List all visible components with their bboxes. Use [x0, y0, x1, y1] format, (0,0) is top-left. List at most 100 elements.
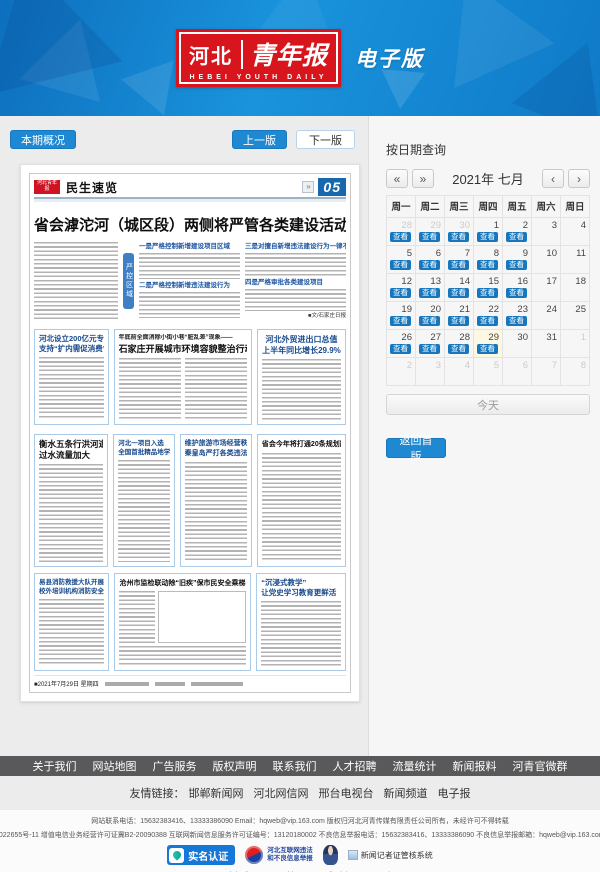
article-title: 支持“扩内需促消费” — [39, 344, 104, 354]
calendar-day-cell: 27查看 — [416, 330, 445, 358]
calendar-view-button[interactable]: 查看 — [390, 288, 411, 298]
article-title: 河北设立200亿元专项债券 — [39, 334, 104, 344]
friend-links-label: 友情链接： — [130, 785, 185, 801]
calendar-day-cell: 12查看 — [387, 274, 416, 302]
calendar-title: 2021年 七月 — [438, 169, 538, 188]
calendar-view-button[interactable]: 查看 — [448, 288, 469, 298]
calendar-view-button[interactable]: 查看 — [477, 260, 498, 270]
friend-link[interactable]: 邢台电视台 — [319, 785, 374, 801]
calendar-view-button[interactable]: 查看 — [506, 316, 527, 326]
newspaper-page-image[interactable]: 河北青年报 民生速览 » 05 省会滹沱河（城区段）两侧将严管各类建设活动 严控… — [20, 164, 360, 702]
calendar-day-cell: 9查看 — [503, 246, 532, 274]
calendar-weekday: 周四 — [474, 196, 503, 218]
calendar-view-button[interactable]: 查看 — [506, 260, 527, 270]
calendar-day-number: 4 — [563, 220, 586, 231]
calendar-day-cell: 3 — [532, 218, 561, 246]
calendar-day-number: 21 — [447, 304, 470, 315]
calendar-day-cell: 21查看 — [445, 302, 474, 330]
calendar-view-button[interactable]: 查看 — [390, 260, 411, 270]
footer-nav-link[interactable]: 河青官微群 — [513, 758, 568, 774]
calendar-week-row: 28查看29查看30查看1查看2查看34 — [387, 218, 590, 246]
footer-nav-link[interactable]: 广告服务 — [153, 758, 197, 774]
prev-page-button[interactable]: 上一版 — [232, 130, 287, 149]
simulated-text — [139, 253, 240, 279]
footer-nav-link[interactable]: 新闻报料 — [453, 758, 497, 774]
calendar-view-button[interactable]: 查看 — [448, 344, 469, 354]
calendar-view-button[interactable]: 查看 — [448, 316, 469, 326]
calendar-day-cell: 10 — [532, 246, 561, 274]
simulated-text — [261, 601, 341, 666]
calendar-weekday-row: 周一周二周三周四周五周六周日 — [387, 196, 590, 218]
calendar-day-cell: 11 — [561, 246, 590, 274]
calendar-view-button[interactable]: 查看 — [506, 288, 527, 298]
date-search-label: 按日期查询 — [386, 141, 590, 158]
calendar-view-button[interactable]: 查看 — [419, 316, 440, 326]
overview-button[interactable]: 本期概况 — [10, 130, 76, 149]
calendar-day-number: 5 — [389, 248, 412, 259]
calendar-view-button[interactable]: 查看 — [477, 232, 498, 242]
calendar-view-button[interactable]: 查看 — [390, 232, 411, 242]
calendar-day-number: 7 — [534, 360, 557, 371]
friend-link[interactable]: 河北网信网 — [254, 785, 309, 801]
article-title: 秦皇岛严打各类违法行为 — [185, 449, 247, 459]
footer-nav-link[interactable]: 流量统计 — [393, 758, 437, 774]
police-mascot-icon[interactable] — [323, 845, 338, 865]
calendar-day-cell: 25 — [561, 302, 590, 330]
calendar-view-button[interactable]: 查看 — [506, 232, 527, 242]
footer-nav-link[interactable]: 联系我们 — [273, 758, 317, 774]
prev-year-button[interactable]: « — [386, 169, 408, 188]
logo-text-english: HEBEI YOUTH DAILY — [189, 74, 327, 81]
calendar-day-number: 30 — [447, 220, 470, 231]
newspaper-date: ■2021年7月29日 星期四 — [34, 679, 99, 688]
calendar-view-button[interactable]: 查看 — [390, 316, 411, 326]
sidebar: 按日期查询 « » 2021年 七月 ‹ › 周一周二周三周四周五周六周日 28… — [368, 116, 600, 756]
page-number-badge: 05 — [318, 178, 346, 196]
next-page-button[interactable]: 下一版 — [296, 130, 355, 149]
footer-nav-link[interactable]: 人才招聘 — [333, 758, 377, 774]
press-card-verify-badge[interactable]: 新闻记者证管核系统 — [348, 850, 433, 861]
footer-nav-link[interactable]: 版权声明 — [213, 758, 257, 774]
realname-certification-badge[interactable]: 实名认证 — [167, 845, 235, 865]
today-button[interactable]: 今天 — [386, 394, 590, 415]
calendar-view-button[interactable]: 查看 — [477, 344, 498, 354]
friend-link[interactable]: 新闻频道 — [384, 785, 428, 801]
calendar-day-cell: 13查看 — [416, 274, 445, 302]
simulated-text — [185, 462, 247, 562]
calendar-view-button[interactable]: 查看 — [419, 232, 440, 242]
simulated-text — [118, 460, 169, 562]
simulated-text — [245, 289, 346, 312]
footer-nav-link[interactable]: 网站地图 — [93, 758, 137, 774]
simulated-text — [262, 359, 341, 420]
next-month-button[interactable]: › — [568, 169, 590, 188]
prev-month-button[interactable]: ‹ — [542, 169, 564, 188]
calendar-view-button[interactable]: 查看 — [390, 344, 411, 354]
calendar-day-number: 3 — [534, 220, 557, 231]
article-photo — [158, 591, 247, 643]
calendar-day-number: 15 — [476, 276, 499, 287]
calendar-day-number: 29 — [418, 220, 441, 231]
section-arrow-icon: » — [302, 181, 314, 193]
next-year-button[interactable]: » — [412, 169, 434, 188]
calendar-view-button[interactable]: 查看 — [419, 260, 440, 270]
calendar-table: 周一周二周三周四周五周六周日 28查看29查看30查看1查看2查看345查看6查… — [386, 195, 590, 386]
simulated-text — [39, 464, 103, 562]
calendar-weekday: 周日 — [561, 196, 590, 218]
press-badge-label: 新闻记者证管核系统 — [361, 850, 433, 861]
friend-link[interactable]: 电子报 — [438, 785, 471, 801]
calendar-day-cell: 28查看 — [445, 330, 474, 358]
back-to-front-button[interactable]: 返回首版 — [386, 438, 446, 458]
calendar-view-button[interactable]: 查看 — [419, 288, 440, 298]
calendar-day-cell: 14查看 — [445, 274, 474, 302]
calendar-day-cell: 3 — [416, 358, 445, 386]
calendar-view-button[interactable]: 查看 — [477, 288, 498, 298]
article-title: 校外培训机构消防安全专项检查 — [39, 587, 104, 596]
calendar-day-cell: 22查看 — [474, 302, 503, 330]
illegal-report-badge[interactable]: 河北互联网违法 和不良信息举报 — [245, 846, 313, 864]
calendar-view-button[interactable]: 查看 — [448, 232, 469, 242]
site-logo[interactable]: 河北 青年报 HEBEI YOUTH DAILY 电子版 — [176, 29, 424, 87]
calendar-view-button[interactable]: 查看 — [477, 316, 498, 326]
calendar-view-button[interactable]: 查看 — [448, 260, 469, 270]
friend-link[interactable]: 邯郸新闻网 — [189, 785, 244, 801]
calendar-view-button[interactable]: 查看 — [419, 344, 440, 354]
footer-nav-link[interactable]: 关于我们 — [33, 758, 77, 774]
